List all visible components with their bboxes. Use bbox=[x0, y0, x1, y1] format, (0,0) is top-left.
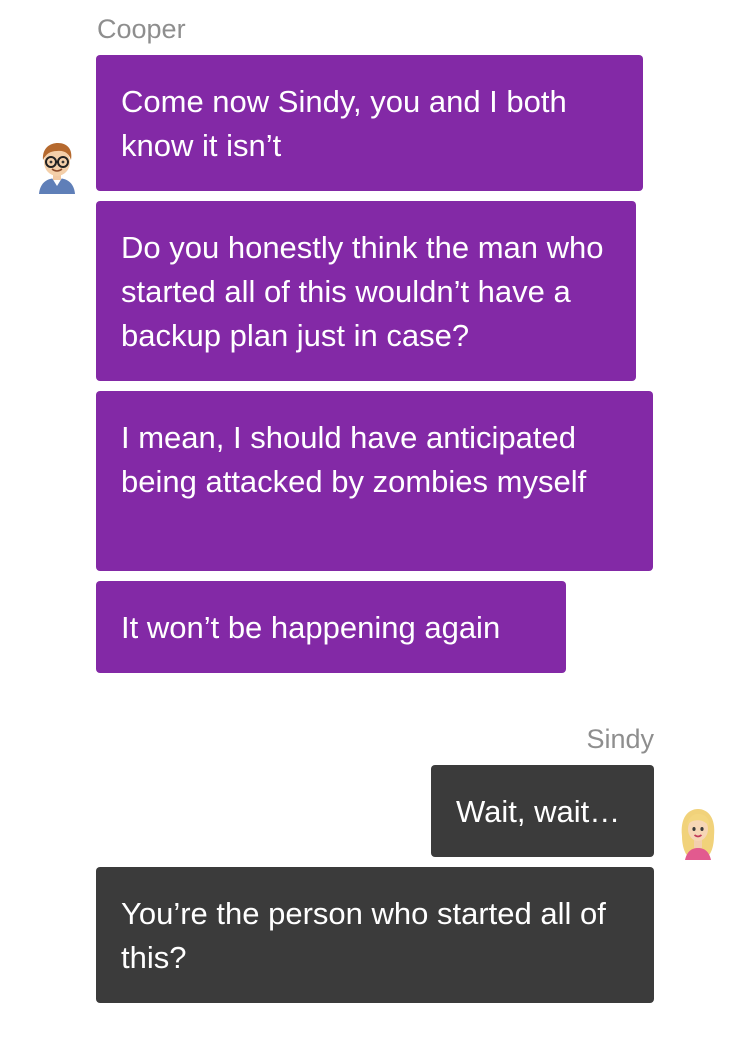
message-text: Wait, wait… bbox=[456, 794, 621, 829]
message-text: It won’t be happening again bbox=[121, 610, 501, 645]
sindy-avatar-icon[interactable] bbox=[675, 806, 721, 860]
sender-name-sindy: Sindy bbox=[586, 724, 654, 754]
message-text: Come now Sindy, you and I both know it i… bbox=[121, 84, 567, 163]
message-text: I mean, I should have anticipated being … bbox=[121, 420, 587, 499]
cooper-avatar-icon[interactable] bbox=[34, 140, 80, 194]
message-bubble[interactable]: Wait, wait… bbox=[431, 765, 654, 857]
message-bubble[interactable]: Do you honestly think the man who starte… bbox=[96, 201, 636, 381]
message-bubble[interactable]: I mean, I should have anticipated being … bbox=[96, 391, 653, 571]
message-bubble[interactable]: You’re the person who started all of thi… bbox=[96, 867, 654, 1003]
message-bubble[interactable]: Come now Sindy, you and I both know it i… bbox=[96, 55, 643, 191]
message-bubble[interactable]: It won’t be happening again bbox=[96, 581, 566, 673]
sender-name-cooper: Cooper bbox=[97, 14, 186, 44]
message-text: You’re the person who started all of thi… bbox=[121, 896, 606, 975]
message-text: Do you honestly think the man who starte… bbox=[121, 230, 604, 353]
